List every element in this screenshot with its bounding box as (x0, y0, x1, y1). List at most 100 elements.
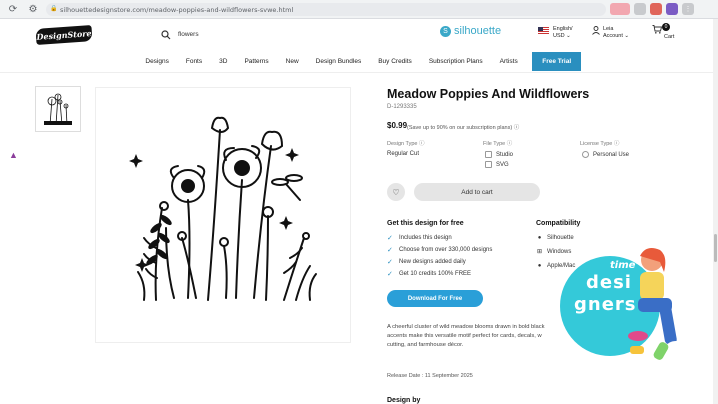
info-icon[interactable]: ⓘ (514, 125, 520, 131)
price-note: (Save up to 90% on our subscription plan… (407, 123, 519, 131)
page-scrollbar[interactable] (713, 19, 718, 404)
meadow-poppies-artwork (129, 116, 317, 301)
feature-item: ✓ Get 10 credits 100% FREE (387, 270, 471, 278)
record-extension-icon[interactable] (650, 3, 662, 15)
feature-text: Choose from over 330,000 designs (399, 247, 493, 253)
file-type-studio[interactable]: Studio (485, 151, 513, 158)
free-trial-button[interactable]: Free Trial (532, 52, 582, 71)
file-type-label-text: File Type (483, 141, 506, 147)
check-icon: ✓ (387, 259, 393, 266)
extensions: ⋮ (610, 3, 694, 15)
time-designers-overlay: time desi gners (560, 246, 692, 366)
character-illustration (628, 248, 685, 360)
license-type-label: License Type ⓘ (580, 139, 619, 147)
svg-label: SVG (496, 161, 509, 168)
personal-use-radio[interactable] (582, 151, 589, 158)
add-to-cart-button[interactable]: Add to cart (414, 183, 540, 201)
nav-design-bundles[interactable]: Design Bundles (307, 58, 370, 65)
feature-item: ✓ New designs added daily (387, 258, 466, 266)
silhouette-icon: ● (537, 234, 542, 241)
extension-icon[interactable] (634, 3, 646, 15)
currency-label: USD (553, 33, 565, 39)
license-personal-use[interactable]: Personal Use (582, 151, 629, 158)
url-text: silhouettedesignstore.com/meadow-poppies… (60, 5, 294, 14)
menu-icon[interactable]: ⋮ (682, 3, 694, 15)
price-note-text: (Save up to 90% on our subscription plan… (407, 125, 513, 131)
thumbnail-floral-image (44, 93, 72, 126)
feature-item: ✓ Choose from over 330,000 designs (387, 246, 492, 254)
license-type-label-text: License Type (580, 141, 613, 147)
nav-fonts[interactable]: Fonts (177, 58, 210, 65)
apple-icon: ● (537, 262, 542, 269)
account-menu[interactable]: Leia Account ⌄ (592, 26, 629, 40)
nav-designs[interactable]: Designs (137, 58, 177, 65)
scroll-thumb[interactable] (714, 234, 717, 262)
product-price: $0.99 (387, 121, 408, 130)
site-header: DesignStore S silhouette English/ USD ⌄ … (0, 19, 718, 51)
license-value: Personal Use (593, 151, 630, 158)
tune-icon[interactable]: ⚙ (26, 2, 40, 16)
windows-icon: ⊞ (536, 249, 543, 255)
logo-text: DesignStore (36, 28, 92, 42)
info-icon[interactable]: ⓘ (419, 141, 425, 147)
check-icon: ✓ (387, 271, 393, 278)
check-icon: ✓ (387, 235, 393, 242)
product-sku: D-1293335 (387, 104, 417, 110)
main-nav: Designs Fonts 3D Patterns New Design Bun… (0, 51, 718, 73)
desc-line-3: cutting, and farmhouse décor. (387, 342, 464, 348)
feature-text: Includes this design (399, 235, 452, 241)
file-type-svg[interactable]: SVG (485, 161, 509, 168)
design-type-label: Design Type ⓘ (387, 139, 425, 147)
desc-line-1: A cheerful cluster of wild meadow blooms… (387, 324, 545, 330)
feature-item: ✓ Includes this design (387, 234, 452, 242)
search-input[interactable] (178, 31, 398, 38)
desc-line-2: accents make this versatile motif perfec… (387, 333, 542, 339)
heart-icon: ♡ (392, 187, 400, 197)
mouse-cursor-icon: ▲ (9, 150, 18, 160)
search-bar[interactable] (160, 26, 410, 43)
download-for-free-button[interactable]: Download For Free (387, 290, 483, 307)
design-type-label-text: Design Type (387, 141, 418, 147)
info-icon[interactable]: ⓘ (614, 141, 620, 147)
info-icon[interactable]: ⓘ (507, 141, 513, 147)
reload-icon[interactable]: ⟳ (6, 2, 20, 16)
design-by-heading: Design by (387, 397, 421, 404)
user-name: Leia (603, 26, 614, 32)
compatibility-heading: Compatibility (536, 220, 581, 227)
product-image[interactable] (95, 87, 351, 343)
lang-label: English/ (553, 26, 573, 32)
compat-label: Silhouette (547, 234, 574, 241)
nav-3d[interactable]: 3D (211, 58, 236, 65)
silhouette-brand[interactable]: S silhouette (440, 25, 501, 37)
puzzle-extension-icon[interactable] (666, 3, 678, 15)
account-label: Account (603, 33, 623, 39)
nav-patterns[interactable]: Patterns (236, 58, 277, 65)
nav-subscription-plans[interactable]: Subscription Plans (420, 58, 491, 65)
design-type-value: Regular Cut (387, 151, 420, 157)
silhouette-logo-icon: S (440, 25, 451, 37)
check-icon: ✓ (387, 247, 393, 254)
cart-count-badge: 0 (662, 23, 670, 31)
design-store-logo[interactable]: DesignStore (35, 25, 93, 45)
studio-checkbox[interactable] (485, 151, 492, 158)
search-icon[interactable] (160, 29, 172, 41)
svg-checkbox[interactable] (485, 161, 492, 168)
cart-icon: 0 (652, 23, 670, 41)
address-bar[interactable]: 🔒 silhouettedesignstore.com/meadow-poppi… (46, 3, 606, 16)
favorite-button[interactable]: ♡ (387, 183, 405, 201)
nav-new[interactable]: New (277, 58, 307, 65)
product-description: A cheerful cluster of wild meadow blooms… (387, 323, 577, 350)
release-date: Release Date : 11 September 2025 (387, 373, 473, 379)
compat-silhouette: ● Silhouette (536, 234, 574, 241)
us-flag-icon (538, 27, 549, 34)
free-design-heading: Get this design for free (387, 220, 464, 227)
nav-artists[interactable]: Artists (491, 58, 526, 65)
profile-extension-icon[interactable] (610, 3, 630, 15)
language-selector[interactable]: English/ USD ⌄ (538, 26, 573, 40)
design-thumbnail[interactable] (35, 86, 81, 132)
cart-button[interactable]: 0 Cart (652, 23, 674, 41)
feature-text: Get 10 credits 100% FREE (399, 271, 472, 277)
feature-text: New designs added daily (399, 259, 466, 265)
studio-label: Studio (496, 151, 514, 158)
nav-buy-credits[interactable]: Buy Credits (370, 58, 421, 65)
